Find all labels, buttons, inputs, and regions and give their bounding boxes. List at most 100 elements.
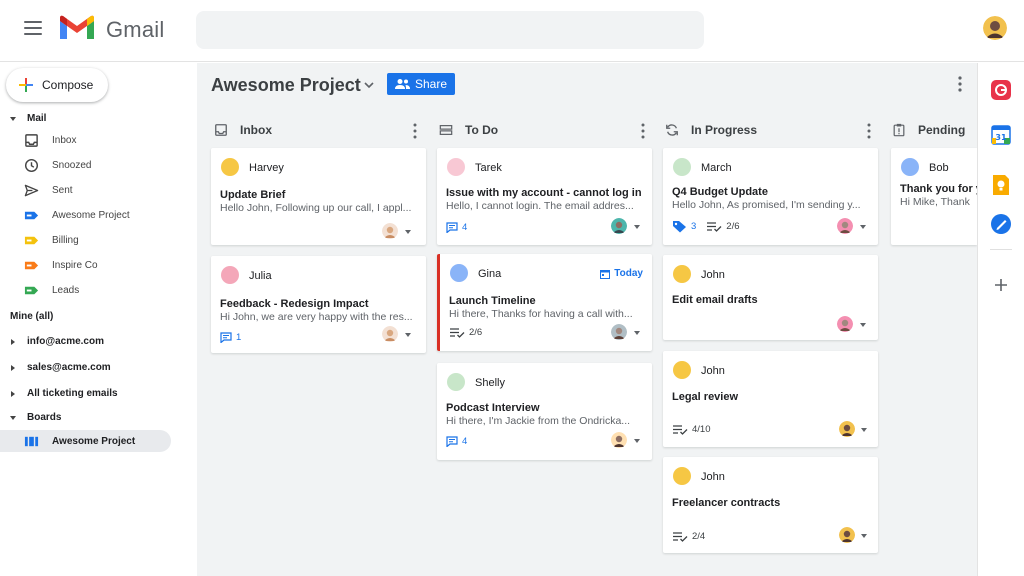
due-label: Today [614, 268, 643, 279]
sidebar-item-label: Awesome Project [52, 209, 130, 221]
card-preview: Hi Mike, Thank [900, 196, 970, 208]
comment-count: 4 [462, 222, 468, 233]
chevron-down-icon[interactable] [405, 230, 411, 234]
task-progress: 4/10 [692, 424, 711, 435]
checklist-icon [707, 222, 722, 232]
card-subject: Freelancer contracts [672, 497, 781, 509]
card-march[interactable]: March Q4 Budget Update Hello John, As pr… [663, 148, 878, 245]
card-subject: Update Brief [220, 189, 286, 201]
tag-icon [673, 221, 686, 233]
assignee-avatar[interactable] [839, 421, 855, 437]
checklist-icon [450, 328, 465, 338]
assignee-avatar[interactable] [611, 432, 627, 448]
assignee-avatar[interactable] [611, 218, 627, 234]
card-meta: 2/6 [449, 327, 482, 338]
more-vert-icon[interactable] [954, 75, 966, 93]
assignee-avatar[interactable] [837, 316, 853, 332]
card-bob[interactable]: Bob Thank you for y Hi Mike, Thank [891, 148, 977, 245]
inbox-icon [25, 133, 38, 147]
more-vert-icon[interactable] [412, 123, 418, 139]
more-vert-icon[interactable] [866, 123, 872, 139]
calendar-icon[interactable]: 31 [990, 124, 1012, 146]
board-title[interactable]: Awesome Project [211, 75, 361, 96]
plus-icon [19, 78, 33, 92]
assignee-avatar[interactable] [382, 326, 398, 342]
card-harvey[interactable]: Harvey Update Brief Hello John, Followin… [211, 148, 426, 245]
task-progress: 2/6 [469, 327, 483, 338]
account-info[interactable]: info@acme.com [10, 336, 104, 347]
board-list-icon [439, 125, 453, 135]
account-sales[interactable]: sales@acme.com [10, 362, 111, 373]
sidebar-item-sent[interactable]: Sent [0, 179, 171, 201]
share-button[interactable]: Share [387, 73, 455, 95]
sidebar-item-awesome-project[interactable]: Awesome Project [0, 204, 171, 226]
column-header-in-progress: In Progress [665, 121, 757, 139]
sidebar-item-snoozed[interactable]: Snoozed [0, 154, 171, 176]
card-freelancer-contracts[interactable]: John Freelancer contracts 2/4 [663, 457, 878, 553]
card-gina[interactable]: Gina Today Launch Timeline Hi there, Tha… [437, 254, 652, 351]
due-date[interactable]: Today [600, 268, 643, 279]
chevron-down-icon[interactable] [861, 534, 867, 538]
chevron-down-icon[interactable] [634, 439, 640, 443]
board-icon [24, 436, 39, 446]
tasks-icon[interactable] [990, 213, 1012, 235]
column-title: Inbox [240, 123, 272, 137]
sidebar-item-label: Inbox [52, 134, 77, 146]
sidebar-item-board-awesome-project[interactable]: Awesome Project [0, 430, 171, 452]
tag-count: 3 [691, 221, 697, 232]
assignee-avatar[interactable] [837, 218, 853, 234]
card-subject: Feedback - Redesign Impact [220, 298, 369, 310]
compose-label: Compose [42, 78, 94, 92]
sidebar-item-leads[interactable]: Leads [0, 279, 171, 301]
keep-icon[interactable] [990, 174, 1012, 196]
chevron-down-icon[interactable] [634, 331, 640, 335]
label-icon [24, 236, 39, 244]
chevron-down-icon[interactable] [861, 428, 867, 432]
chevron-down-icon[interactable] [634, 225, 640, 229]
inbox-icon [215, 124, 227, 136]
card-subject: Legal review [672, 391, 739, 403]
pending-icon [893, 123, 905, 137]
sidebar-item-label: Snoozed [52, 159, 92, 171]
assignee-avatar[interactable] [382, 223, 398, 239]
boards-section-toggle[interactable]: Boards [10, 412, 61, 423]
drag-app-icon[interactable] [990, 79, 1012, 101]
card-subject: Launch Timeline [449, 295, 536, 307]
card-meta: 4/10 [672, 424, 711, 435]
search-input[interactable] [196, 11, 704, 49]
sidebar-item-inspire-co[interactable]: Inspire Co [0, 254, 171, 276]
chevron-down-icon[interactable] [860, 225, 866, 229]
chevron-down-icon[interactable] [363, 79, 375, 91]
card-edit-email-drafts[interactable]: John Edit email drafts [663, 255, 878, 340]
card-tarek[interactable]: Tarek Issue with my account - cannot log… [437, 148, 652, 245]
account-avatar[interactable] [983, 16, 1007, 40]
sidebar-item-inbox[interactable]: Inbox [0, 129, 171, 151]
share-label: Share [414, 77, 448, 91]
main-menu-icon[interactable] [24, 21, 42, 35]
sender-avatar [221, 266, 239, 284]
task-progress: 2/4 [692, 531, 706, 542]
column-header-inbox: Inbox [214, 121, 272, 139]
compose-button[interactable]: Compose [6, 68, 108, 102]
gmail-logo-icon[interactable] [60, 15, 94, 41]
plus-icon[interactable] [993, 277, 1009, 293]
chevron-down-icon[interactable] [860, 323, 866, 327]
sidebar-item-label: Billing [52, 234, 79, 246]
assignee-avatar[interactable] [611, 324, 627, 340]
caret-right-icon [11, 390, 15, 397]
label-icon [24, 286, 39, 294]
mail-section-toggle[interactable]: Mail [10, 113, 46, 124]
more-vert-icon[interactable] [640, 123, 646, 139]
card-meta: 4 [446, 436, 477, 447]
assignee-avatar[interactable] [839, 527, 855, 543]
chevron-down-icon[interactable] [405, 333, 411, 337]
card-preview: Hello John, As promised, I'm sending y..… [672, 199, 861, 211]
all-ticketing-emails[interactable]: All ticketing emails [10, 388, 118, 399]
card-shelly[interactable]: Shelly Podcast Interview Hi there, I'm J… [437, 363, 652, 460]
sync-icon [666, 124, 678, 136]
sidebar-item-billing[interactable]: Billing [0, 229, 171, 251]
card-julia[interactable]: Julia Feedback - Redesign Impact Hi John… [211, 256, 426, 353]
task-progress: 2/6 [726, 221, 740, 232]
comment-count: 1 [236, 332, 242, 343]
card-legal-review[interactable]: John Legal review 4/10 [663, 351, 878, 447]
